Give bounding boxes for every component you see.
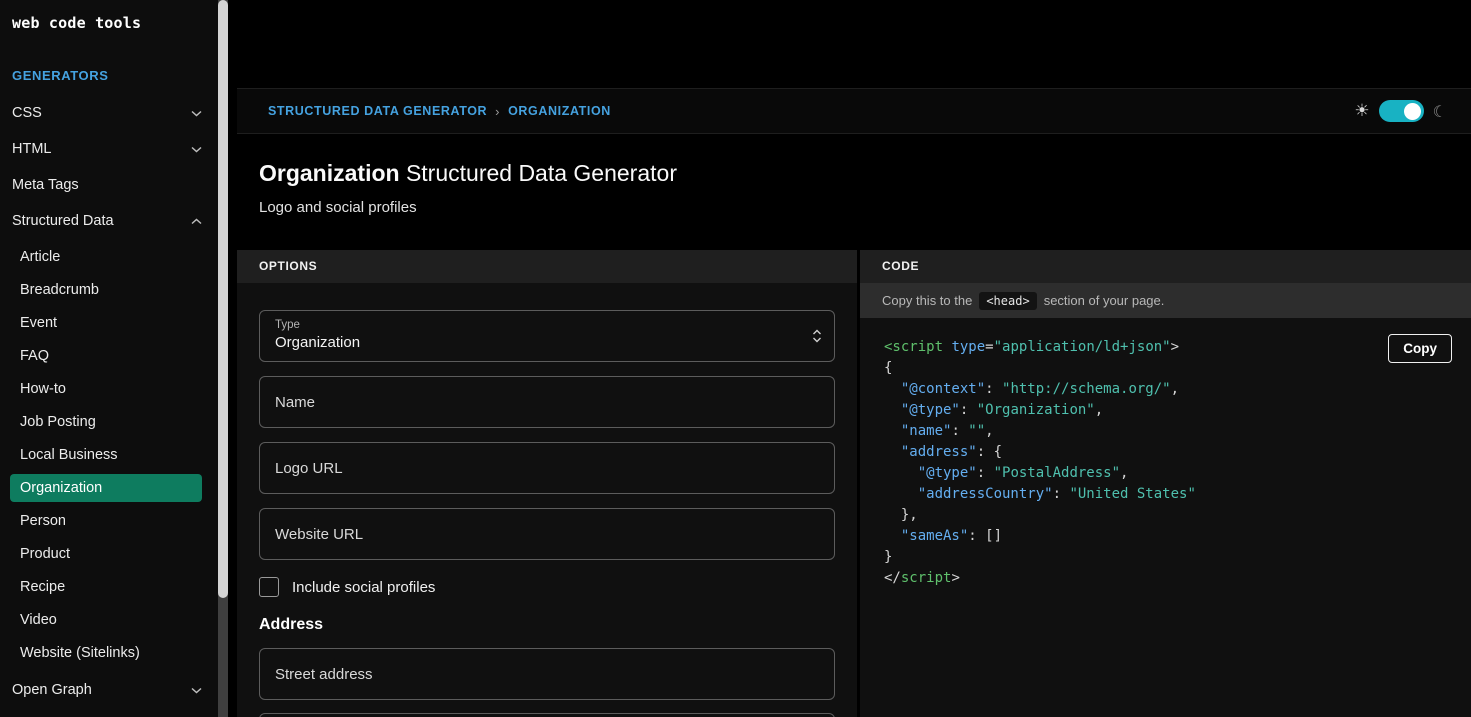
sidebar-item-label: Structured Data xyxy=(12,212,114,230)
options-panel-header: OPTIONS xyxy=(237,250,857,283)
chevron-down-icon xyxy=(191,687,202,694)
page-title-bold: Organization xyxy=(259,160,400,186)
code-line: "@type": "PostalAddress", xyxy=(884,463,1471,484)
sidebar-item-breadcrumb[interactable]: Breadcrumb xyxy=(10,276,202,304)
sidebar-item-organization[interactable]: Organization xyxy=(10,474,202,502)
sidebar-item-product[interactable]: Product xyxy=(10,540,202,568)
include-social-profiles-label: Include social profiles xyxy=(292,579,435,596)
code-hint-pre: Copy this to the xyxy=(882,293,972,308)
theme-toggle-knob[interactable] xyxy=(1404,103,1421,120)
main-content: STRUCTURED DATA GENERATOR › ORGANIZATION… xyxy=(228,0,1471,717)
options-panel: OPTIONS Type Organization Include social… xyxy=(237,250,857,717)
generators-heading: GENERATORS xyxy=(12,68,206,83)
logo[interactable]: web code tools xyxy=(0,0,218,32)
code-line: "@type": "Organization", xyxy=(884,400,1471,421)
type-select[interactable]: Type Organization xyxy=(259,310,835,362)
sidebar-item-local-business[interactable]: Local Business xyxy=(10,441,202,469)
sidebar-sub-items: Article Breadcrumb Event FAQ How-to Job Posti… xyxy=(0,243,218,667)
sidebar-item-article[interactable]: Article xyxy=(10,243,202,271)
breadcrumb-bar: STRUCTURED DATA GENERATOR › ORGANIZATION… xyxy=(237,88,1471,134)
sidebar-item-open-graph[interactable]: Open Graph xyxy=(0,672,218,708)
moon-icon: ☾ xyxy=(1433,102,1447,121)
chevron-down-icon xyxy=(191,110,202,117)
code-hint-post: section of your page. xyxy=(1044,293,1165,308)
sidebar-item-html[interactable]: HTML xyxy=(0,131,218,167)
sun-icon: ☀ xyxy=(1354,101,1369,121)
breadcrumb-current-link[interactable]: ORGANIZATION xyxy=(508,104,611,118)
code-panel: CODE Copy this to the <head> section of … xyxy=(860,250,1471,717)
code-line: }, xyxy=(884,505,1471,526)
website-url-input[interactable] xyxy=(259,508,835,560)
page-title: Organization Structured Data Generator xyxy=(259,160,1471,187)
code-line: <script type="application/ld+json"> xyxy=(884,337,1471,358)
chevron-down-icon xyxy=(191,146,202,153)
name-input[interactable] xyxy=(259,376,835,428)
code-line: "addressCountry": "United States" xyxy=(884,484,1471,505)
sidebar-item-structured-data[interactable]: Structured Data xyxy=(0,203,218,239)
theme-toggle-group: ☀ ☾ xyxy=(1354,100,1447,122)
options-form: Type Organization Include social profile… xyxy=(237,283,857,717)
page-title-rest: Structured Data Generator xyxy=(406,160,677,186)
sidebar: web code tools GENERATORS CSS HTML Meta Ta… xyxy=(0,0,218,717)
code-line: } xyxy=(884,547,1471,568)
head-tag-badge: <head> xyxy=(979,292,1036,310)
sidebar-item-css[interactable]: CSS xyxy=(0,95,218,131)
type-select-value: Organization xyxy=(275,334,820,351)
sidebar-item-how-to[interactable]: How-to xyxy=(10,375,202,403)
code-panel-header: CODE xyxy=(860,250,1471,283)
sidebar-item-meta-tags[interactable]: Meta Tags xyxy=(0,167,218,203)
sidebar-item-label: Meta Tags xyxy=(12,176,79,194)
code-line: "@context": "http://schema.org/", xyxy=(884,379,1471,400)
sidebar-item-recipe[interactable]: Recipe xyxy=(10,573,202,601)
sidebar-item-website-sitelinks[interactable]: Website (Sitelinks) xyxy=(10,639,202,667)
code-area: Copy <script type="application/ld+json">… xyxy=(860,318,1471,717)
copy-button[interactable]: Copy xyxy=(1388,334,1452,363)
scrollbar-thumb[interactable] xyxy=(218,0,228,598)
chevron-up-icon xyxy=(191,218,202,225)
street-address-input[interactable] xyxy=(259,648,835,700)
sidebar-item-faq[interactable]: FAQ xyxy=(10,342,202,370)
theme-toggle[interactable] xyxy=(1379,100,1424,122)
breadcrumb-separator: › xyxy=(495,104,500,119)
code-line: "name": "", xyxy=(884,421,1471,442)
address-heading: Address xyxy=(259,616,835,634)
sidebar-bottom-items: Open Graph xyxy=(0,672,218,708)
code-line: { xyxy=(884,358,1471,379)
code-line: "sameAs": [] xyxy=(884,526,1471,547)
code-line: </script> xyxy=(884,568,1471,589)
title-section: Organization Structured Data Generator L… xyxy=(237,134,1471,250)
sidebar-item-job-posting[interactable]: Job Posting xyxy=(10,408,202,436)
sidebar-item-video[interactable]: Video xyxy=(10,606,202,634)
sidebar-item-event[interactable]: Event xyxy=(10,309,202,337)
select-updown-icon xyxy=(812,329,822,343)
sidebar-item-label: CSS xyxy=(12,104,42,122)
logo-url-input[interactable] xyxy=(259,442,835,494)
code-block: <script type="application/ld+json">{ "@c… xyxy=(884,337,1471,589)
social-profiles-row: Include social profiles xyxy=(259,577,835,597)
page-subtitle: Logo and social profiles xyxy=(259,199,1471,216)
code-hint-bar: Copy this to the <head> section of your … xyxy=(860,283,1471,318)
breadcrumb: STRUCTURED DATA GENERATOR › ORGANIZATION xyxy=(268,104,611,119)
include-social-profiles-checkbox[interactable] xyxy=(259,577,279,597)
type-select-label: Type xyxy=(275,319,820,331)
sidebar-top-items: CSS HTML Meta Tags Structured Data xyxy=(0,95,218,239)
sidebar-scrollbar[interactable] xyxy=(218,0,228,717)
panels: OPTIONS Type Organization Include social… xyxy=(237,250,1471,717)
sidebar-item-person[interactable]: Person xyxy=(10,507,202,535)
sidebar-item-label: HTML xyxy=(12,140,51,158)
sidebar-item-label: Open Graph xyxy=(12,681,92,699)
breadcrumb-parent-link[interactable]: STRUCTURED DATA GENERATOR xyxy=(268,104,487,118)
code-line: "address": { xyxy=(884,442,1471,463)
next-field-cutoff[interactable] xyxy=(259,713,835,717)
